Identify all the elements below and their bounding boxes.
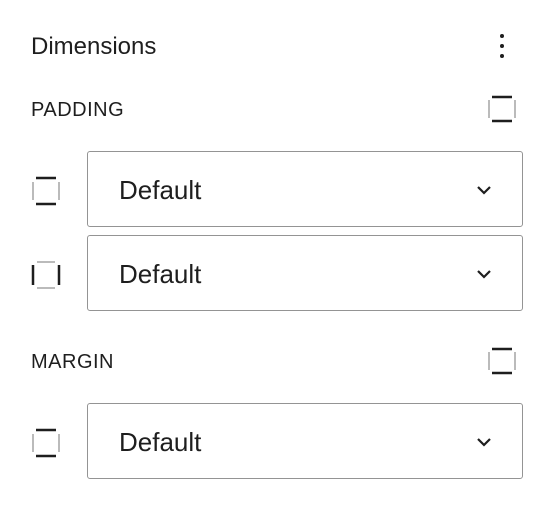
ellipsis-dot (500, 54, 504, 58)
select-value: Default (119, 259, 202, 289)
ellipsis-dot (500, 44, 504, 48)
padding-horizontal-select[interactable]: Default (87, 235, 523, 311)
dimensions-panel: Dimensions PADDING Default Default MARGI… (0, 0, 556, 508)
margin-label: MARGIN (31, 351, 114, 373)
padding-label: PADDING (31, 99, 125, 121)
options-menu-button[interactable] (486, 26, 518, 66)
chevron-down-icon (474, 264, 494, 284)
vertical-sides-icon (28, 425, 64, 461)
chevron-down-icon (474, 432, 494, 452)
vertical-sides-icon (28, 173, 64, 209)
select-value: Default (119, 175, 202, 205)
panel-title: Dimensions (31, 33, 157, 60)
padding-unlink-sides-button[interactable] (484, 91, 520, 127)
horizontal-sides-icon (28, 257, 64, 293)
margin-unlink-sides-button[interactable] (484, 343, 520, 379)
vertical-ellipsis-icon (500, 34, 504, 38)
padding-vertical-select[interactable]: Default (87, 151, 523, 227)
box-sides-icon (488, 95, 516, 123)
select-value: Default (119, 427, 202, 457)
box-sides-icon (488, 347, 516, 375)
chevron-down-icon (474, 180, 494, 200)
margin-vertical-select[interactable]: Default (87, 403, 523, 479)
